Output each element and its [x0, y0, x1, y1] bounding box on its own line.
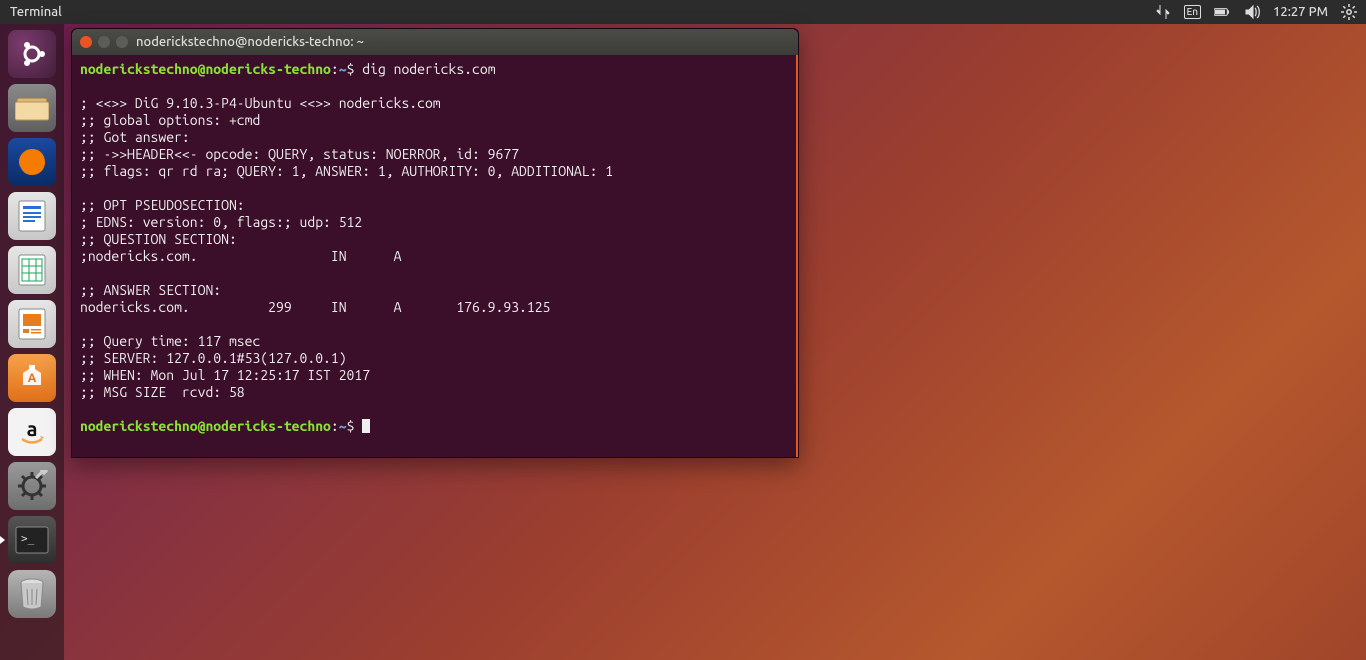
- system-tray: En 12:27 PM: [1154, 3, 1358, 21]
- terminal-window: noderickstechno@nodericks-techno: ~ node…: [71, 28, 799, 458]
- window-close-button[interactable]: [80, 36, 92, 48]
- ubuntu-icon: [17, 39, 47, 69]
- impress-icon: [17, 307, 47, 341]
- clock[interactable]: 12:27 PM: [1273, 5, 1328, 19]
- prompt-path: ~: [339, 61, 347, 77]
- calc-icon: [17, 253, 47, 287]
- terminal-icon: >_: [15, 526, 49, 554]
- window-maximize-button[interactable]: [116, 36, 128, 48]
- svg-text:>_: >_: [21, 532, 35, 545]
- launcher-software[interactable]: A: [8, 354, 56, 402]
- launcher-terminal[interactable]: >_: [8, 516, 56, 564]
- cursor: [362, 419, 370, 433]
- top-panel: Terminal En 12:27 PM: [0, 0, 1366, 24]
- unity-launcher: A a >_: [0, 24, 64, 660]
- files-icon: [15, 94, 49, 122]
- prompt-user: noderickstechno@nodericks-techno: [80, 61, 331, 77]
- window-minimize-button[interactable]: [98, 36, 110, 48]
- prompt-symbol: $: [347, 61, 355, 77]
- gear-icon[interactable]: [1340, 3, 1358, 21]
- settings-icon: [16, 470, 48, 502]
- command-output: ; <<>> DiG 9.10.3-P4-Ubuntu <<>> noderic…: [80, 95, 613, 400]
- launcher-settings[interactable]: [8, 462, 56, 510]
- trash-icon: [18, 577, 46, 611]
- svg-text:a: a: [27, 417, 38, 440]
- launcher-trash[interactable]: [8, 570, 56, 618]
- prompt-path-2: ~: [339, 418, 347, 434]
- software-icon: A: [17, 363, 47, 393]
- svg-text:A: A: [28, 372, 37, 385]
- terminal-body[interactable]: noderickstechno@nodericks-techno:~$ dig …: [72, 55, 798, 457]
- keyboard-layout-indicator[interactable]: En: [1184, 5, 1202, 19]
- window-title: noderickstechno@nodericks-techno: ~: [136, 35, 364, 49]
- prompt-user-2: noderickstechno@nodericks-techno: [80, 418, 331, 434]
- network-icon[interactable]: [1154, 3, 1172, 21]
- active-app-title: Terminal: [8, 5, 62, 19]
- launcher-files[interactable]: [8, 84, 56, 132]
- prompt-symbol-2: $: [347, 418, 355, 434]
- launcher-ubuntu-dash[interactable]: [8, 30, 56, 78]
- launcher-writer[interactable]: [8, 192, 56, 240]
- firefox-icon: [15, 145, 49, 179]
- launcher-calc[interactable]: [8, 246, 56, 294]
- writer-icon: [17, 199, 47, 233]
- command-text: dig nodericks.com: [362, 61, 495, 77]
- window-titlebar[interactable]: noderickstechno@nodericks-techno: ~: [72, 29, 798, 55]
- launcher-firefox[interactable]: [8, 138, 56, 186]
- launcher-impress[interactable]: [8, 300, 56, 348]
- launcher-amazon[interactable]: a: [8, 408, 56, 456]
- amazon-icon: a: [16, 416, 48, 448]
- battery-icon[interactable]: [1213, 3, 1231, 21]
- volume-icon[interactable]: [1243, 3, 1261, 21]
